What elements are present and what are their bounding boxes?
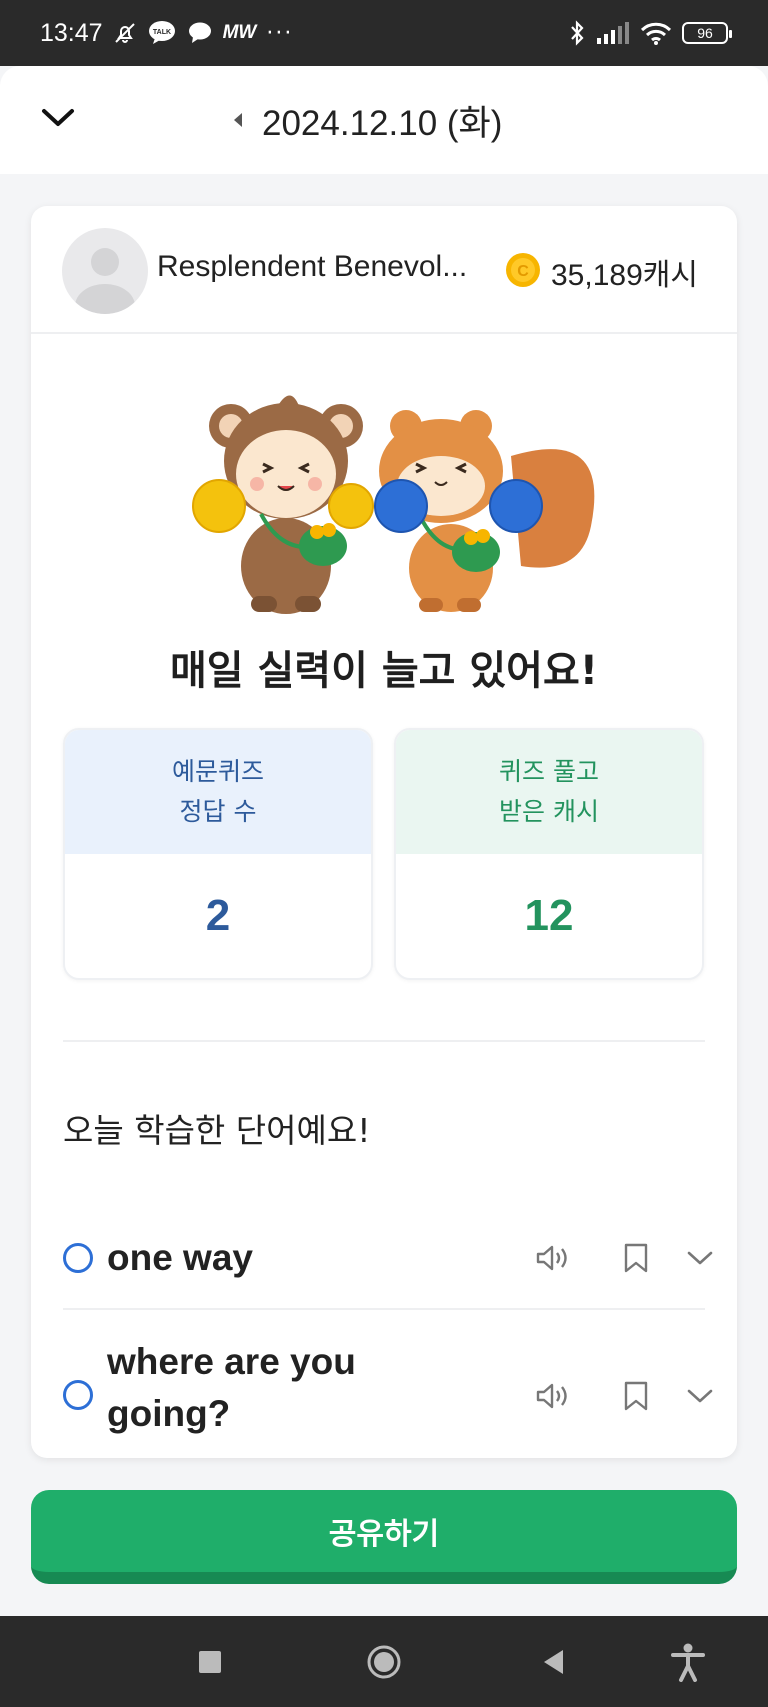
collapse-button[interactable]	[36, 96, 80, 140]
status-bar: 13:47 TALK MW ··· 96	[0, 0, 768, 66]
bookmark-button[interactable]	[616, 1238, 656, 1278]
earned-cash-stat: 퀴즈 풀고 받은 캐시 12	[394, 728, 704, 980]
word-item[interactable]: where are you going?	[63, 1312, 713, 1458]
kakaotalk-icon: TALK	[147, 20, 177, 46]
mw-label: MW	[222, 22, 257, 43]
chevron-down-icon	[42, 109, 74, 126]
status-time: 13:47	[40, 18, 103, 47]
chat-bubble-icon	[187, 21, 213, 45]
speaker-button[interactable]	[533, 1238, 573, 1278]
headline: 매일 실력이 늘고 있어요!	[169, 648, 599, 694]
stat-label-line1: 퀴즈 풀고	[499, 757, 599, 786]
stat-label: 퀴즈 풀고 받은 캐시	[396, 730, 702, 854]
recents-button[interactable]	[188, 1640, 232, 1684]
stat-label-line1: 예문퀴즈	[171, 757, 264, 786]
current-date: 2024.12.10 (화)	[262, 103, 503, 143]
status-right: 96	[568, 19, 732, 47]
wifi-icon	[640, 21, 672, 45]
stat-label: 예문퀴즈 정답 수	[65, 730, 371, 854]
word-text: where are you going?	[107, 1341, 356, 1434]
bluetooth-icon	[568, 19, 586, 47]
bookmark-icon	[624, 1381, 648, 1411]
chevron-down-icon	[687, 1251, 713, 1265]
bell-off-icon	[113, 21, 137, 45]
bookmark-button[interactable]	[616, 1376, 656, 1416]
system-nav-bar	[0, 1616, 768, 1707]
back-button[interactable]	[532, 1640, 576, 1684]
stat-value: 2	[205, 891, 231, 940]
expand-button[interactable]	[680, 1238, 720, 1278]
share-button[interactable]: 공유하기	[31, 1490, 737, 1584]
stat-value: 12	[524, 891, 574, 940]
more-notifications: ···	[266, 20, 294, 46]
stat-label-line2: 받은 캐시	[499, 797, 599, 826]
word-item[interactable]: one way	[63, 1206, 713, 1310]
avatar	[62, 228, 148, 314]
home-button[interactable]	[362, 1640, 406, 1684]
caret-left-icon	[234, 113, 242, 127]
status-circle-icon	[63, 1243, 93, 1273]
status-left: 13:47 TALK MW ···	[40, 19, 293, 48]
accessibility-icon	[671, 1643, 705, 1682]
username: Resplendent Benevol...	[157, 250, 468, 283]
words-section-title: 오늘 학습한 단어예요!	[63, 1111, 371, 1150]
word-text: one way	[107, 1237, 253, 1278]
header: 2024.12.10 (화)	[0, 66, 768, 174]
speaker-icon	[536, 1245, 567, 1271]
svg-text:C: C	[517, 263, 529, 280]
cash-balance: 35,189캐시	[551, 259, 698, 292]
speaker-icon	[536, 1383, 567, 1409]
stat-label-line2: 정답 수	[179, 797, 257, 826]
signal-icon	[596, 21, 630, 45]
home-circle-icon	[367, 1645, 401, 1679]
date-selector: 2024.12.10 (화)	[230, 92, 502, 148]
expand-button[interactable]	[680, 1376, 720, 1416]
mascot-illustration	[192, 395, 595, 614]
back-triangle-icon	[544, 1650, 563, 1674]
profile-row: Resplendent Benevol... C 35,189캐시	[31, 206, 737, 334]
battery-indicator: 96	[682, 22, 732, 44]
kakao-label: TALK	[152, 29, 170, 36]
status-circle-icon	[63, 1380, 93, 1410]
default-avatar-icon	[75, 248, 135, 314]
square-icon	[199, 1651, 221, 1673]
chevron-down-icon	[687, 1389, 713, 1403]
bookmark-icon	[624, 1243, 648, 1273]
result-card: Resplendent Benevol... C 35,189캐시 매일 실력이…	[31, 206, 737, 1458]
correct-answers-stat: 예문퀴즈 정답 수 2	[63, 728, 373, 980]
speaker-button[interactable]	[533, 1376, 573, 1416]
coin-icon: C	[506, 253, 540, 287]
accessibility-button[interactable]	[666, 1640, 710, 1684]
section-divider	[63, 1040, 705, 1042]
previous-date-button[interactable]	[230, 108, 246, 132]
